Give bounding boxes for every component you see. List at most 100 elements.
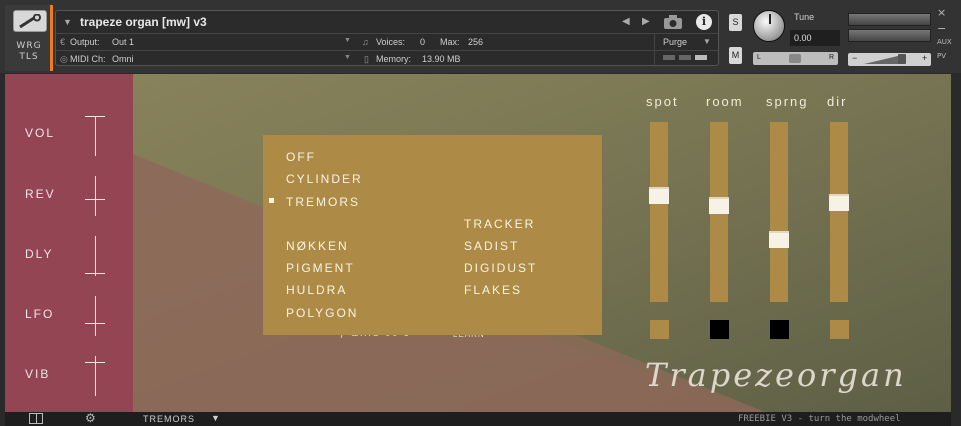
menu-item-nokken[interactable]: NØKKEN	[286, 239, 349, 253]
slider-handle-room[interactable]	[709, 197, 729, 214]
menu-item-digidust[interactable]: DIGIDUST	[464, 261, 537, 275]
aux-label[interactable]: AUX	[937, 38, 952, 46]
slider-label-sprng: sprng	[766, 94, 809, 109]
minimize-icon[interactable]: −	[937, 22, 946, 35]
slider-track-dir[interactable]	[829, 122, 849, 302]
fx-sidebar: VOL REV DLY LFO VIB	[5, 74, 133, 412]
toggle-button-spot[interactable]	[650, 320, 669, 339]
level-meter-right	[848, 29, 931, 42]
menu-item-flakes[interactable]: FLAKES	[464, 283, 522, 297]
tune-label: Tune	[794, 12, 815, 22]
volume-slider[interactable]: − +	[848, 53, 931, 66]
solo-button[interactable]: S	[729, 14, 742, 31]
slider-track-room[interactable]	[709, 122, 729, 302]
memory-label: Memory:	[376, 54, 412, 64]
purge-control[interactable]: Purge ▼	[654, 33, 718, 67]
menu-item-tremors[interactable]: TREMORS	[286, 195, 360, 209]
instrument-options-button[interactable]	[13, 10, 47, 32]
menu-item-off[interactable]: OFF	[286, 150, 316, 164]
max-label: Max:	[440, 37, 460, 47]
volume-minus-label: −	[852, 53, 858, 63]
midi-dropdown-icon[interactable]: ▼	[344, 54, 351, 61]
fx-label-vib: VIB	[25, 367, 51, 381]
fx-handle-vol[interactable]	[85, 116, 105, 117]
fx-label-lfo: LFO	[25, 307, 55, 321]
gear-icon[interactable]: ⚙	[85, 411, 96, 425]
pan-handle[interactable]	[789, 54, 801, 63]
fx-label-dly: DLY	[25, 247, 54, 261]
collapse-arrow-icon[interactable]: ▼	[63, 17, 72, 27]
rack-tools-panel: WRG TLS	[5, 5, 53, 71]
instrument-panel: VOL REV DLY LFO VIB ƒ ΩXIS 00 8 LEARN OF…	[5, 74, 951, 412]
purge-indicator	[679, 55, 691, 60]
midi-value[interactable]: Omni	[112, 54, 134, 64]
purge-label[interactable]: Purge	[663, 37, 687, 47]
slider-handle-spot[interactable]	[649, 187, 669, 204]
menu-item-pigment[interactable]: PIGMENT	[286, 261, 355, 275]
instrument-info-panel: ▼ trapeze organ [mw] v3 ◀ ▶ i € Output: …	[55, 10, 719, 67]
menu-item-tracker[interactable]: TRACKER	[464, 217, 535, 231]
level-meter-left	[848, 13, 931, 26]
slider-label-dir: dir	[827, 94, 848, 109]
slider-track-sprng[interactable]	[769, 122, 789, 302]
midi-icon: ◎	[60, 54, 68, 64]
midi-label: MIDI Ch:	[70, 54, 106, 64]
toggle-button-sprng[interactable]	[770, 320, 789, 339]
slider-handle-dir[interactable]	[829, 194, 849, 211]
title-row: ▼ trapeze organ [mw] v3 ◀ ▶ i	[56, 11, 718, 33]
menu-item-huldra[interactable]: HULDRA	[286, 283, 347, 297]
fx-label-vol: VOL	[25, 126, 56, 140]
preset-dropdown-icon[interactable]: ▼	[211, 413, 220, 423]
effect-menu: OFF CYLINDER TREMORS NØKKEN PIGMENT HULD…	[263, 135, 602, 335]
voices-label: Voices:	[376, 37, 406, 47]
camera-icon[interactable]	[662, 14, 684, 30]
pan-right-label: R	[829, 54, 835, 61]
memory-value: 13.90 MB	[422, 54, 461, 64]
fx-handle-vib[interactable]	[85, 362, 105, 363]
toggle-button-room[interactable]	[710, 320, 729, 339]
fx-fader-lfo[interactable]	[95, 296, 96, 336]
slider-handle-sprng[interactable]	[769, 231, 789, 248]
tune-knob[interactable]	[753, 10, 785, 42]
voices-value: 0	[420, 37, 426, 47]
fx-handle-lfo[interactable]	[85, 323, 105, 324]
midi-row: ◎ MIDI Ch: Omni ▼ ▯ Memory: 13.90 MB	[56, 50, 718, 67]
fx-fader-vol[interactable]	[95, 116, 96, 156]
tune-value-field[interactable]: 0.00	[790, 30, 840, 46]
max-voices-value[interactable]: 256	[468, 37, 483, 47]
footer-preset-name[interactable]: TREMORS	[143, 414, 195, 424]
next-instrument-icon[interactable]: ▶	[642, 16, 650, 27]
volume-plus-label: +	[922, 53, 928, 63]
menu-item-polygon[interactable]: POLYGON	[286, 306, 358, 320]
pan-left-label: L	[757, 54, 761, 61]
info-icon[interactable]: i	[696, 14, 712, 30]
fx-fader-dly[interactable]	[95, 236, 96, 276]
instrument-title[interactable]: trapeze organ [mw] v3	[80, 15, 207, 29]
fx-handle-dly[interactable]	[85, 273, 105, 274]
rack-label-line2: TLS	[19, 52, 39, 62]
footer-note: FREEBIE V3 - turn the modwheel	[738, 414, 901, 424]
slider-track-spot[interactable]	[649, 122, 669, 302]
menu-item-cylinder[interactable]: CYLINDER	[286, 172, 363, 186]
previous-instrument-icon[interactable]: ◀	[622, 16, 630, 27]
output-value[interactable]: Out 1	[112, 37, 134, 47]
output-dropdown-icon[interactable]: ▼	[344, 37, 351, 44]
pv-label[interactable]: PV	[937, 52, 946, 60]
fx-handle-rev[interactable]	[85, 199, 105, 200]
purge-indicator	[663, 55, 675, 60]
fx-fader-rev[interactable]	[95, 176, 96, 216]
trapezeorgan-logo: Trapezeorgan	[645, 356, 907, 394]
output-label: Output:	[70, 37, 100, 47]
book-icon[interactable]	[29, 413, 43, 424]
purge-dropdown-icon[interactable]: ▼	[703, 37, 711, 46]
close-icon[interactable]: ×	[937, 6, 946, 19]
rack-label-line1: WRG	[16, 41, 42, 51]
fx-label-rev: REV	[25, 187, 56, 201]
mute-button[interactable]: M	[729, 47, 742, 64]
slider-label-room: room	[706, 94, 744, 109]
toggle-button-dir[interactable]	[830, 320, 849, 339]
volume-handle[interactable]	[898, 54, 906, 64]
output-icon: €	[60, 37, 66, 47]
menu-item-sadist[interactable]: SADIST	[464, 239, 519, 253]
pan-slider[interactable]: L R	[753, 52, 838, 65]
